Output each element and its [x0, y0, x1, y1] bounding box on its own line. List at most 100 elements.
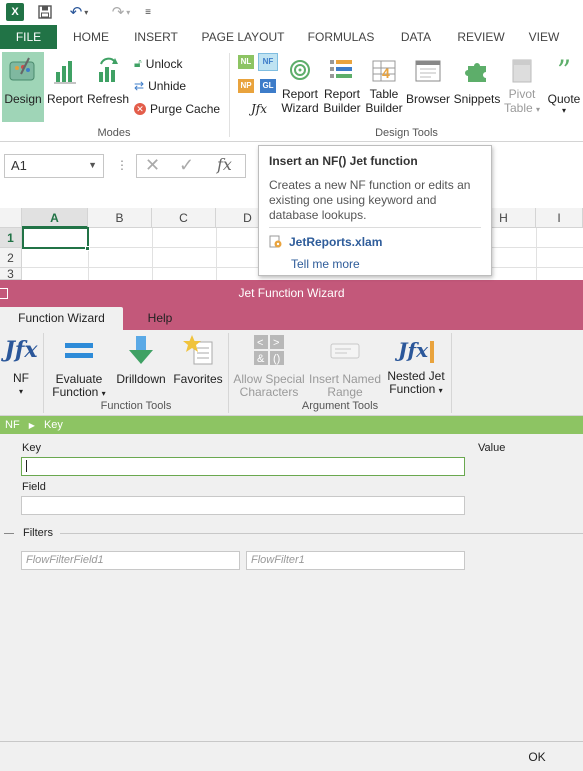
browser-button[interactable]: Browser: [405, 52, 451, 124]
breadcrumb-nf[interactable]: NF: [5, 419, 20, 431]
snippets-button[interactable]: Snippets: [452, 52, 502, 124]
favorites-button[interactable]: Favorites: [172, 334, 224, 394]
field-label: Field: [22, 481, 46, 493]
wizard-ribbon: Jfx NF ▾ Evaluate Function ▾ Drilldown F…: [0, 330, 583, 416]
tab-help[interactable]: Help: [130, 307, 190, 330]
pivot-table-icon: [512, 59, 532, 83]
quote-button[interactable]: ” Quote ▾: [544, 52, 583, 124]
breadcrumb-key[interactable]: Key: [44, 419, 63, 431]
tab-view[interactable]: VIEW: [522, 25, 566, 49]
chevron-down-icon[interactable]: ▼: [88, 160, 97, 170]
svg-text:&: &: [257, 353, 265, 365]
insert-named-range-button[interactable]: Insert Named Range: [308, 334, 382, 399]
customize-qat-icon[interactable]: ≡: [142, 3, 154, 21]
undo-icon[interactable]: ↶ ▾: [64, 3, 94, 21]
purge-cache-label: Purge Cache: [150, 102, 221, 116]
table-builder-label-1: Table: [369, 87, 399, 101]
fill-handle[interactable]: [85, 246, 90, 251]
wizard-nf-label: NF: [13, 371, 29, 385]
report-wizard-button[interactable]: Report Wizard: [280, 52, 320, 124]
named-range-icon: [330, 343, 360, 359]
allow-special-characters-button[interactable]: < > &() Allow Special Characters: [232, 334, 306, 399]
tab-insert[interactable]: INSERT: [130, 25, 182, 49]
name-box-value: A1: [11, 158, 27, 173]
column-header-a[interactable]: A: [22, 208, 88, 228]
report-button[interactable]: Report: [45, 52, 85, 122]
report-builder-icon: [330, 60, 352, 78]
flow-filter-field-input[interactable]: FlowFilterField1: [21, 551, 240, 570]
unhide-label: Unhide: [148, 79, 187, 93]
function-tools-group-label: Function Tools: [100, 400, 172, 412]
tab-formulas[interactable]: FORMULAS: [303, 25, 379, 49]
filters-divider-left: [4, 533, 14, 534]
favorites-label: Favorites: [173, 372, 223, 386]
purge-cache-button[interactable]: ✕ Purge Cache: [134, 102, 220, 116]
drilldown-arrow-icon: [129, 336, 153, 364]
column-header-i[interactable]: I: [536, 208, 583, 228]
svg-text:(): (): [273, 353, 280, 365]
report-builder-label-2: Builder: [323, 101, 361, 115]
column-header-c[interactable]: C: [152, 208, 216, 228]
formula-bar-grip-icon: ⋮: [116, 158, 128, 172]
enter-icon[interactable]: ✓: [179, 155, 194, 176]
field-input[interactable]: [21, 496, 465, 515]
nested-jet-function-button[interactable]: Jfx Nested Jet Function ▾: [384, 334, 448, 396]
wizard-group-separator: [451, 333, 452, 413]
row-header-1[interactable]: 1: [0, 228, 22, 248]
redo-icon[interactable]: ↷ ▾: [106, 3, 136, 21]
gl-button[interactable]: GL: [260, 79, 276, 93]
ok-button[interactable]: OK: [520, 749, 554, 766]
nf-button[interactable]: NF: [258, 53, 278, 71]
column-header-b[interactable]: B: [88, 208, 152, 228]
wizard-title: Jet Function Wizard: [238, 286, 345, 300]
pivot-table-label-1: Pivot: [508, 87, 536, 101]
tab-function-wizard[interactable]: Function Wizard: [0, 307, 123, 330]
report-builder-button[interactable]: Report Builder: [321, 52, 363, 124]
nl-button[interactable]: NL: [238, 55, 254, 69]
svg-text:>: >: [273, 337, 279, 349]
tab-data[interactable]: DATA: [393, 25, 439, 49]
np-button[interactable]: NP: [238, 79, 254, 93]
insert-function-icon[interactable]: fx: [217, 155, 232, 174]
allow-special-label-2: Characters: [239, 385, 299, 399]
name-box[interactable]: A1 ▼: [4, 154, 104, 178]
jfx-button[interactable]: Jfx: [246, 102, 272, 116]
tooltip-divider: [269, 227, 481, 228]
breadcrumb: NF ▶ Key: [0, 416, 583, 434]
unhide-button[interactable]: ⇄ Unhide: [134, 79, 186, 93]
refresh-icon: [99, 57, 118, 82]
cancel-icon[interactable]: ✕: [145, 155, 160, 176]
unlock-icon: 🔓︎: [134, 56, 142, 70]
flow-filter-input[interactable]: FlowFilter1: [246, 551, 465, 570]
ribbon: Design Report Refresh 🔓︎ Unlock ⇄ Unhide…: [0, 49, 583, 142]
unhide-icon: ⇄: [134, 79, 145, 93]
save-icon[interactable]: [36, 3, 54, 21]
key-input[interactable]: [21, 457, 465, 476]
breadcrumb-arrow-icon: ▶: [28, 421, 35, 430]
tab-page-layout[interactable]: PAGE LAYOUT: [198, 25, 288, 49]
nested-jfx-icon: Jfx: [384, 334, 448, 366]
snippets-label: Snippets: [453, 92, 501, 106]
wizard-nf-button[interactable]: Jfx NF ▾: [2, 334, 40, 396]
pivot-table-button[interactable]: Pivot Table ▾: [503, 52, 541, 124]
equals-icon: [65, 343, 93, 358]
row-header-2[interactable]: 2: [0, 248, 22, 268]
evaluate-function-button[interactable]: Evaluate Function ▾: [50, 334, 108, 399]
tell-me-more-link[interactable]: Tell me more: [291, 257, 360, 271]
table-builder-button[interactable]: 4 Table Builder: [364, 52, 404, 124]
drilldown-label: Drilldown: [116, 372, 166, 386]
drilldown-button[interactable]: Drilldown: [113, 334, 169, 394]
tooltip-title: Insert an NF() Jet function: [269, 154, 418, 168]
refresh-button[interactable]: Refresh: [86, 52, 130, 122]
design-button[interactable]: Design: [2, 52, 44, 122]
unlock-button[interactable]: 🔓︎ Unlock: [134, 56, 182, 71]
row-header-3[interactable]: 3: [0, 268, 22, 280]
tab-review[interactable]: REVIEW: [452, 25, 510, 49]
tab-file[interactable]: FILE: [0, 25, 57, 49]
nf-jfx-icon: Jfx: [4, 337, 38, 363]
report-wizard-label-1: Report: [281, 87, 319, 101]
select-all-corner[interactable]: [0, 208, 22, 228]
active-cell-a1[interactable]: [22, 227, 89, 249]
tab-home[interactable]: HOME: [66, 25, 116, 49]
star-list-icon: [183, 335, 213, 365]
